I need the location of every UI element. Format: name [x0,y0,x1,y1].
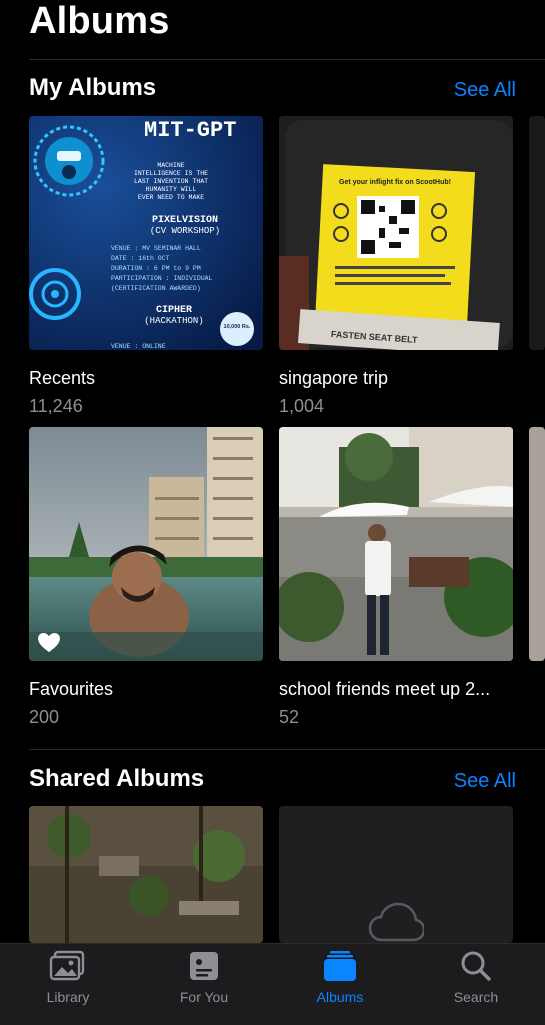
album-favourites[interactable]: Favourites 200 [29,427,263,727]
svg-text:DURATION : 6 PM to 9 PM: DURATION : 6 PM to 9 PM [111,265,201,272]
icloud-icon [368,902,424,942]
album-partial[interactable]: pa 1 [529,116,545,350]
search-icon [461,951,491,981]
tab-library[interactable]: Library [23,950,113,1005]
page-title: Albums [29,0,170,42]
favourite-heart-icon [38,633,60,653]
svg-text:(CV WORKSHOP): (CV WORKSHOP) [150,226,220,236]
my-albums-see-all-link[interactable]: See All [454,79,516,102]
shared-albums-see-all-link[interactable]: See All [454,770,516,793]
album-thumbnail [29,806,263,943]
album-singapore-trip[interactable]: Get your inflight fix on ScootHub! FASTE… [279,116,513,416]
tab-label: Library [46,989,90,1005]
svg-text:10,000 Rs.: 10,000 Rs. [224,324,251,330]
tab-bar: Library For You Albums Search [0,943,545,1025]
svg-text:MACHINE: MACHINE [157,162,184,169]
album-thumbnail [279,427,513,661]
svg-text:Get your inflight fix on Scoot: Get your inflight fix on ScootHub! [339,179,451,186]
album-partial[interactable]: W 6, [529,427,545,661]
album-name: Favourites [29,679,114,699]
svg-text:(HACKATHON): (HACKATHON) [144,316,203,326]
album-count: 11,246 [29,396,83,416]
svg-text:PARTICIPATION : INDIVIDUAL: PARTICIPATION : INDIVIDUAL [111,275,213,282]
poster-title: MIT-GPT [144,118,236,143]
photo-library-icon [49,950,85,981]
album-thumbnail [529,116,545,350]
svg-text:PIXELVISION: PIXELVISION [152,215,218,226]
album-name: singapore trip [279,368,389,388]
album-thumbnail [279,806,513,943]
album-thumbnail: MIT-GPT MACHINE INTELLIGENCE IS THE LAST… [29,116,263,350]
svg-text:LAST INVENTION THAT: LAST INVENTION THAT [134,178,208,185]
tab-search[interactable]: Search [431,950,521,1005]
tab-label: Albums [316,989,364,1005]
svg-text:EVER NEED TO MAKE: EVER NEED TO MAKE [138,194,204,201]
tab-for-you[interactable]: For You [159,950,249,1005]
svg-text:(CERTIFICATION AWARDED): (CERTIFICATION AWARDED) [111,285,201,292]
shared-album-2[interactable] [279,806,513,943]
album-thumbnail: Get your inflight fix on ScootHub! FASTE… [279,116,513,350]
tab-albums[interactable]: Albums [295,950,385,1005]
album-name: school friends meet up 2... [279,679,491,699]
album-count: 200 [29,707,60,727]
album-count: 52 [279,707,300,727]
for-you-icon [190,952,218,980]
header-divider [29,59,545,60]
tab-label: For You [179,989,229,1005]
shared-album-1[interactable] [29,806,263,943]
section-divider [29,749,545,750]
album-thumbnail [29,427,263,661]
album-name: Recents [29,368,96,388]
svg-text:DATE : 16th OCT: DATE : 16th OCT [111,255,170,262]
svg-text:INTELLIGENCE IS THE: INTELLIGENCE IS THE [134,170,208,177]
albums-icon [324,951,356,981]
my-albums-title: My Albums [29,74,157,101]
svg-text:VENUE : MV SEMINAR HALL: VENUE : MV SEMINAR HALL [111,245,201,252]
album-recents[interactable]: MIT-GPT MACHINE INTELLIGENCE IS THE LAST… [29,116,263,416]
album-count: 1,004 [279,396,325,416]
svg-text:CIPHER: CIPHER [156,305,192,316]
svg-text:VENUE : ONLINE: VENUE : ONLINE [111,343,166,350]
album-thumbnail [529,427,545,661]
svg-text:HUMANITY WILL: HUMANITY WILL [146,186,197,193]
shared-albums-title: Shared Albums [29,765,205,792]
tab-label: Search [453,989,499,1005]
album-school-friends[interactable]: school friends meet up 2... 52 [279,427,513,727]
